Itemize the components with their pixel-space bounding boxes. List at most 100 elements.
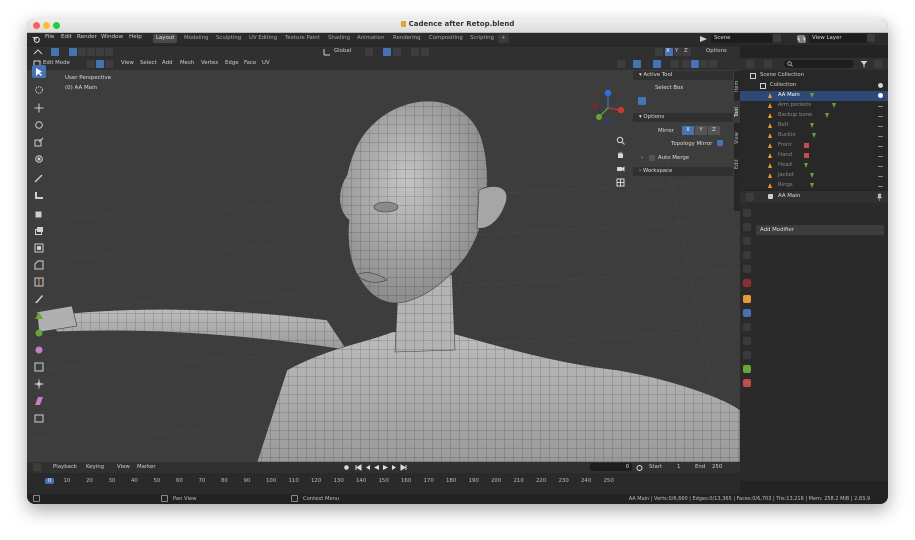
data-properties-tab[interactable] bbox=[743, 365, 751, 373]
pin-icon[interactable] bbox=[876, 193, 883, 201]
transform-tool[interactable] bbox=[32, 152, 46, 165]
menu-face[interactable]: Face bbox=[244, 60, 256, 66]
pan-hand-icon[interactable] bbox=[616, 150, 625, 159]
tab-modeling[interactable]: Modeling bbox=[181, 34, 212, 43]
properties-editor-type-button[interactable] bbox=[746, 193, 754, 201]
select-mode-subtract-button[interactable] bbox=[87, 48, 95, 56]
shrink-fatten-tool[interactable] bbox=[32, 377, 46, 390]
inset-faces-tool[interactable] bbox=[32, 241, 46, 254]
blender-logo-icon[interactable] bbox=[32, 35, 40, 43]
constraints-properties-tab[interactable] bbox=[743, 351, 751, 359]
scale-tool[interactable] bbox=[32, 135, 46, 148]
outliner-item-head[interactable]: Head bbox=[740, 161, 888, 171]
eye-closed-icon[interactable] bbox=[878, 163, 883, 167]
outliner-item-belt[interactable]: Belt bbox=[740, 121, 888, 131]
tool-select-intersect-button[interactable] bbox=[674, 97, 682, 105]
menu-uv[interactable]: UV bbox=[262, 60, 270, 66]
select-mode-new-button[interactable] bbox=[69, 48, 77, 56]
select-mode-intersect-button[interactable] bbox=[105, 48, 113, 56]
menu-edit[interactable]: Edit bbox=[61, 34, 72, 40]
proportional-falloff-button[interactable] bbox=[421, 48, 429, 56]
tweak-select-button[interactable] bbox=[51, 48, 59, 56]
mesh-symmetry-icon[interactable] bbox=[655, 48, 663, 56]
menu-window[interactable]: Window bbox=[101, 34, 123, 40]
active-tool-section[interactable]: ▾ Active Tool bbox=[633, 71, 733, 80]
edge-select-button[interactable] bbox=[96, 60, 104, 68]
new-view-layer-button[interactable] bbox=[867, 34, 875, 42]
output-properties-tab[interactable] bbox=[743, 237, 751, 245]
mirror-x-toggle[interactable]: X bbox=[682, 126, 694, 135]
snap-target-button[interactable] bbox=[393, 48, 401, 56]
tab-layout[interactable]: Layout bbox=[153, 34, 178, 43]
knife-tool[interactable] bbox=[32, 292, 46, 305]
eye-closed-icon[interactable] bbox=[878, 183, 883, 187]
outliner-item-buckle[interactable]: Buckle bbox=[740, 131, 888, 141]
bevel-tool[interactable] bbox=[32, 258, 46, 271]
object-properties-tab[interactable] bbox=[743, 295, 751, 303]
rip-region-tool[interactable] bbox=[32, 411, 46, 424]
scene-selector[interactable]: Scene bbox=[711, 34, 772, 43]
menu-select[interactable]: Select bbox=[140, 60, 157, 66]
eye-closed-icon[interactable] bbox=[878, 173, 883, 177]
options-dropdown[interactable]: Options bbox=[706, 48, 727, 54]
tool-select-subtract-button[interactable] bbox=[656, 97, 664, 105]
editor-type-icon[interactable] bbox=[33, 48, 43, 56]
tab-scripting[interactable]: Scripting bbox=[467, 34, 497, 43]
menu-add[interactable]: Add bbox=[162, 60, 172, 66]
world-properties-tab[interactable] bbox=[743, 279, 751, 287]
tool-select-invert-button[interactable] bbox=[665, 97, 673, 105]
auto-merge-checkbox[interactable] bbox=[649, 155, 655, 161]
collection-row[interactable]: Collection bbox=[740, 81, 888, 91]
eye-closed-icon[interactable] bbox=[878, 103, 883, 107]
shading-rendered-button[interactable] bbox=[709, 60, 717, 68]
eye-icon[interactable] bbox=[878, 83, 883, 88]
spin-tool[interactable] bbox=[32, 326, 46, 339]
render-properties-tab[interactable] bbox=[743, 223, 751, 231]
menu-view[interactable]: View bbox=[121, 60, 134, 66]
snap-toggle[interactable] bbox=[383, 48, 391, 56]
shear-tool[interactable] bbox=[32, 394, 46, 407]
tab-uv-editing[interactable]: UV Editing bbox=[246, 34, 280, 43]
proportional-editing-toggle[interactable] bbox=[411, 48, 419, 56]
scene-properties-tab[interactable] bbox=[743, 265, 751, 273]
add-modifier-dropdown[interactable]: Add Modifier bbox=[756, 225, 884, 235]
eye-closed-icon[interactable] bbox=[878, 133, 883, 137]
add-workspace-button[interactable]: + bbox=[498, 34, 509, 43]
view-layer-properties-tab[interactable] bbox=[743, 251, 751, 259]
tab-compositing[interactable]: Compositing bbox=[426, 34, 466, 43]
outliner-item-front[interactable]: Front bbox=[740, 141, 888, 151]
new-scene-button[interactable] bbox=[773, 34, 781, 42]
view-layer-selector[interactable]: View Layer bbox=[809, 34, 867, 43]
select-box-tool[interactable] bbox=[32, 65, 46, 78]
tab-texture-paint[interactable]: Texture Paint bbox=[282, 34, 323, 43]
eye-icon[interactable] bbox=[878, 93, 883, 98]
tab-animation[interactable]: Animation bbox=[354, 34, 387, 43]
outliner-editor-type-button[interactable] bbox=[746, 60, 754, 68]
cursor-tool[interactable] bbox=[32, 83, 46, 96]
mirror-y-toggle[interactable]: Y bbox=[695, 126, 707, 135]
auto-merge-expander[interactable]: › bbox=[641, 155, 643, 161]
eye-closed-icon[interactable] bbox=[878, 113, 883, 117]
outliner-item-rings[interactable]: Rings bbox=[740, 181, 888, 191]
outliner-item-hand[interactable]: Hand bbox=[740, 151, 888, 161]
new-collection-button[interactable] bbox=[874, 60, 882, 68]
annotate-tool[interactable] bbox=[32, 171, 46, 184]
select-mode-invert-button[interactable] bbox=[96, 48, 104, 56]
scene-collection-row[interactable]: Scene Collection bbox=[740, 71, 888, 81]
outliner-item-aa-main[interactable]: AA Main bbox=[740, 91, 888, 101]
outliner-display-mode-button[interactable] bbox=[764, 60, 772, 68]
options-section[interactable]: ▾ Options bbox=[633, 113, 733, 122]
add-cube-tool[interactable] bbox=[32, 207, 46, 220]
gizmo-toggle[interactable] bbox=[633, 60, 641, 68]
menu-help[interactable]: Help bbox=[129, 34, 142, 40]
menu-edge[interactable]: Edge bbox=[225, 60, 239, 66]
workspace-section[interactable]: › Workspace bbox=[633, 167, 733, 176]
vertex-select-button[interactable] bbox=[87, 60, 95, 68]
overlays-toggle[interactable] bbox=[653, 60, 661, 68]
physics-properties-tab[interactable] bbox=[743, 337, 751, 345]
menu-mesh[interactable]: Mesh bbox=[180, 60, 194, 66]
menu-file[interactable]: File bbox=[45, 34, 54, 40]
camera-view-icon[interactable] bbox=[616, 164, 625, 173]
eye-closed-icon[interactable] bbox=[878, 123, 883, 127]
particles-properties-tab[interactable] bbox=[743, 323, 751, 331]
